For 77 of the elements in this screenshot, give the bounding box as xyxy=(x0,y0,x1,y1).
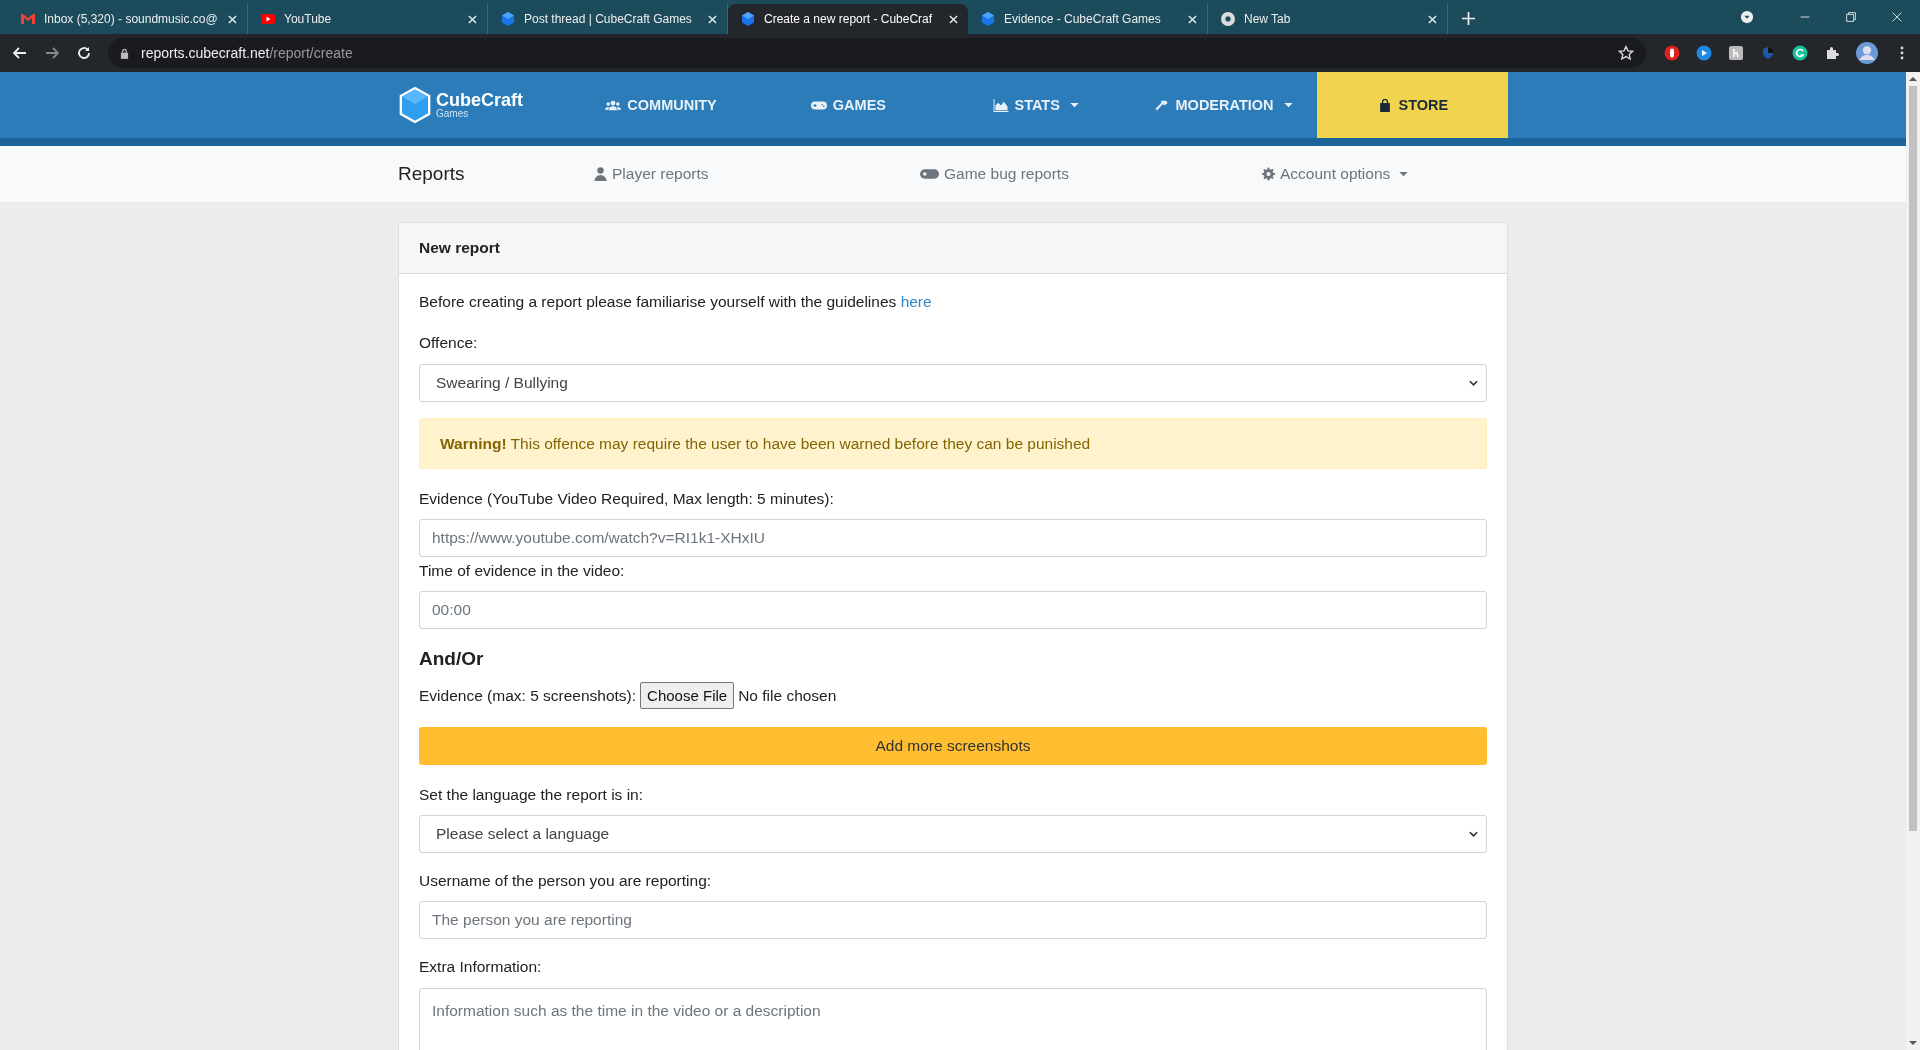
dropdown-field[interactable]: Please select a language xyxy=(419,815,1487,853)
close-icon[interactable] xyxy=(1428,14,1437,24)
nav-link[interactable]: COMMUNITY xyxy=(567,72,755,138)
card-title: New report xyxy=(419,239,500,256)
scroll-down-icon[interactable] xyxy=(1909,1040,1917,1046)
scroll-up-icon[interactable] xyxy=(1909,76,1917,82)
cube-icon xyxy=(500,11,516,27)
logo-subtitle: Games xyxy=(436,109,470,119)
guidelines-link[interactable]: here xyxy=(900,293,932,310)
field-label: Evidence (YouTube Video Required, Max length: 5 minutes): xyxy=(419,488,835,509)
tab-title: Create a new report - CubeCraf xyxy=(764,12,934,26)
scrollbar[interactable] xyxy=(1906,72,1920,1050)
section-heading: And/Or xyxy=(419,647,485,672)
bookmark-star-icon[interactable] xyxy=(1618,45,1634,61)
play-icon[interactable] xyxy=(1696,45,1712,61)
field-label: Time of evidence in the video: xyxy=(419,561,626,581)
forward-icon[interactable] xyxy=(44,45,60,61)
choose-file-button[interactable]: Choose File xyxy=(640,681,735,709)
cube-logo-icon xyxy=(398,86,432,124)
tab-title: Post thread | CubeCraft Games xyxy=(524,12,693,26)
gamepad-icon xyxy=(920,168,939,180)
hammer-icon xyxy=(1153,98,1170,112)
play-icon xyxy=(260,11,276,27)
close-icon[interactable] xyxy=(468,14,477,24)
field-label: Username of the person you are reporting: xyxy=(419,871,713,891)
tab-title: Inbox (5,320) - soundmusic.co@ xyxy=(44,12,219,26)
puzzle-icon[interactable] xyxy=(1824,45,1840,61)
text-area[interactable]: Information such as the time in the video or a description xyxy=(419,987,1487,1050)
chevron-down-icon xyxy=(1469,379,1478,386)
back-icon[interactable] xyxy=(12,45,28,61)
tab-title: Evidence - CubeCraft Games xyxy=(1004,12,1162,26)
person-icon xyxy=(594,167,607,181)
scrollbar-thumb[interactable] xyxy=(1909,86,1917,831)
users-icon xyxy=(605,98,622,112)
cube-icon xyxy=(740,11,756,27)
close-icon[interactable] xyxy=(949,14,958,24)
tab-title: YouTube xyxy=(284,12,333,26)
intro-text: Before creating a report please familiarise yourself with the guidelines here xyxy=(419,292,933,312)
area-chart-icon xyxy=(992,98,1009,112)
close-icon[interactable] xyxy=(228,14,237,24)
nav-link[interactable]: STATS xyxy=(942,72,1130,138)
chevron-down-icon xyxy=(1469,831,1478,837)
file-status: No file chosen xyxy=(738,685,837,706)
globe-icon xyxy=(1220,11,1236,27)
browser-tab[interactable]: Create a new report - CubeCraf xyxy=(728,4,968,34)
reload-icon[interactable] xyxy=(76,45,92,61)
letter-tile-icon[interactable] xyxy=(1728,45,1744,61)
warning-alert: Warning! This offence may require the user to have been warned before they can be punished xyxy=(419,417,1487,469)
subnav-link[interactable]: Player reports xyxy=(594,165,920,183)
field-label: Extra Information: xyxy=(419,957,543,978)
tab-title: New Tab xyxy=(1244,12,1292,26)
settings-icon xyxy=(1262,167,1275,181)
logo-name: CubeCraft xyxy=(436,91,523,109)
nav-link[interactable]: GAMES xyxy=(754,72,943,138)
avatar-icon[interactable] xyxy=(1856,42,1878,64)
nav-link[interactable]: STORE xyxy=(1316,72,1508,138)
field-label: Offence: xyxy=(419,333,479,354)
subnav-link[interactable]: Account options xyxy=(1262,165,1508,183)
input-field[interactable]: The person you are reporting xyxy=(419,901,1487,940)
input-field[interactable]: 00:00 xyxy=(419,591,1487,630)
dropdown-field[interactable]: Swearing / Bullying xyxy=(419,363,1487,402)
new-tab-icon[interactable] xyxy=(1462,12,1475,25)
shield-icon[interactable] xyxy=(1760,45,1776,61)
lock-icon xyxy=(120,47,129,59)
add-screenshots-button[interactable]: Add more screenshots xyxy=(419,726,1487,765)
field-label: Evidence (max: 5 screenshots): xyxy=(419,685,637,706)
mail-icon xyxy=(20,11,36,27)
cube-icon xyxy=(980,11,996,27)
close-icon[interactable] xyxy=(708,14,717,24)
field-label: Set the language the report is in: xyxy=(419,784,645,805)
input-field[interactable]: https://www.youtube.com/watch?v=RI1k1-XHxIU xyxy=(419,519,1487,557)
section-title: Reports xyxy=(398,163,466,185)
subnav-link[interactable]: Game bug reports xyxy=(920,165,1262,183)
grammar-icon[interactable] xyxy=(1792,45,1808,61)
address-bar[interactable]: reports.cubecraft.net/report/create xyxy=(108,38,1646,68)
close-icon[interactable] xyxy=(1188,14,1197,24)
nav-link[interactable]: MODERATION xyxy=(1129,72,1317,138)
